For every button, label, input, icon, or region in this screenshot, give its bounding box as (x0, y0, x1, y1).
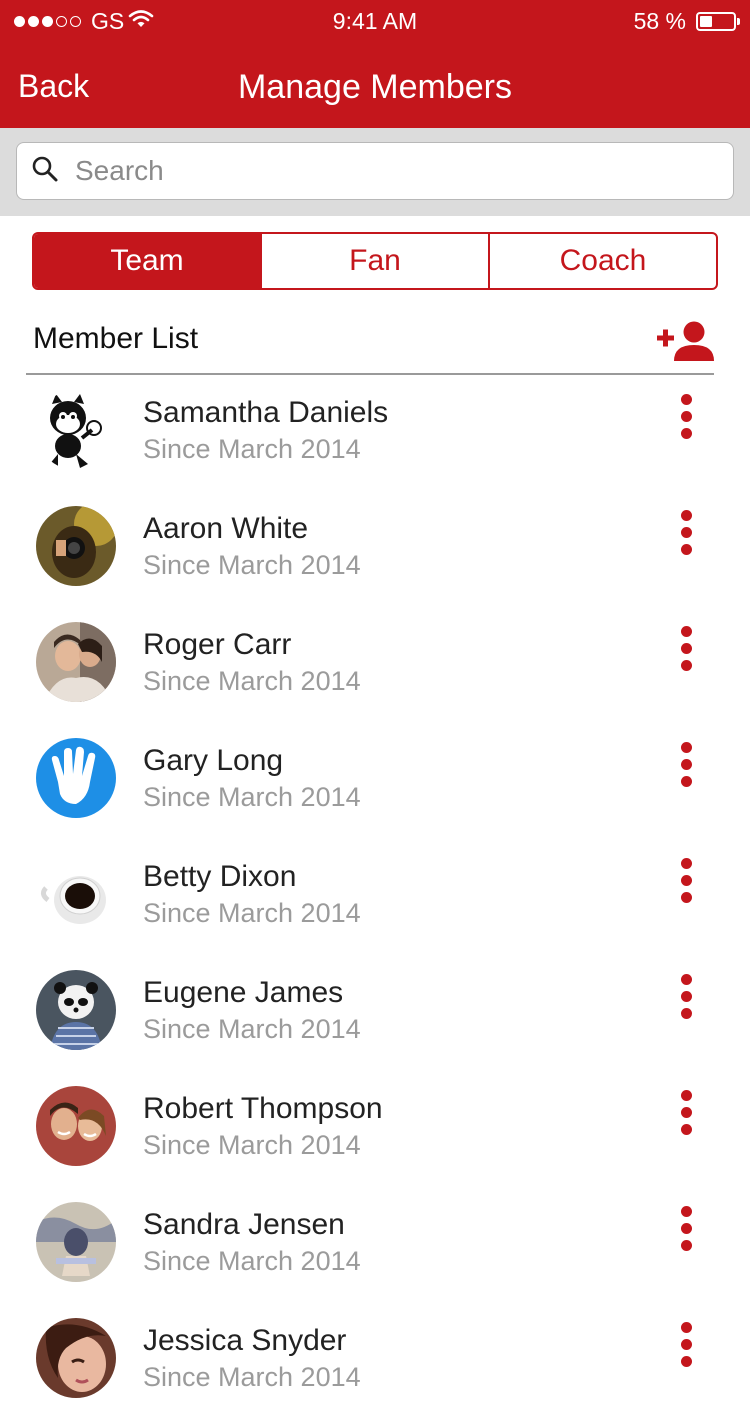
tab-fan[interactable]: Fan (260, 234, 488, 288)
list-item[interactable]: Robert Thompson Since March 2014 (0, 1070, 750, 1186)
more-options-icon[interactable] (672, 1206, 700, 1262)
search-input[interactable] (73, 154, 677, 188)
member-since: Since March 2014 (143, 1130, 361, 1160)
member-since: Since March 2014 (143, 898, 361, 928)
member-since: Since March 2014 (143, 550, 361, 580)
member-name: Jessica Snyder (143, 1324, 347, 1357)
list-item[interactable]: Sandra Jensen Since March 2014 (0, 1186, 750, 1302)
more-options-icon[interactable] (672, 1322, 700, 1378)
list-item[interactable]: Aaron White Since March 2014 (0, 490, 750, 606)
top-bar: GS 9:41 AM 58 % Back Manage Members (0, 0, 750, 128)
more-options-icon[interactable] (672, 626, 700, 682)
member-name: Aaron White (143, 512, 309, 545)
battery-group: 58 % (633, 8, 740, 35)
avatar (36, 1202, 116, 1282)
member-list-header: Member List (26, 310, 714, 375)
avatar (36, 1318, 116, 1398)
avatar (36, 854, 116, 934)
more-options-icon[interactable] (672, 858, 700, 914)
member-name: Samantha Daniels (143, 396, 389, 429)
more-options-icon[interactable] (672, 394, 700, 450)
member-since: Since March 2014 (143, 1246, 361, 1276)
battery-percent: 58 % (633, 8, 686, 34)
member-since: Since March 2014 (143, 1014, 361, 1044)
avatar (36, 506, 116, 586)
battery-icon (696, 12, 740, 31)
member-type-tabs: Team Fan Coach (32, 232, 718, 290)
more-options-icon[interactable] (672, 510, 700, 566)
avatar (36, 738, 116, 818)
search-bar-container (0, 128, 750, 216)
avatar (36, 622, 116, 702)
status-bar: GS 9:41 AM 58 % (0, 0, 750, 42)
member-list-title: Member List (33, 322, 199, 355)
list-item[interactable]: Betty Dixon Since March 2014 (0, 838, 750, 954)
tab-coach[interactable]: Coach (488, 234, 716, 288)
member-since: Since March 2014 (143, 782, 361, 812)
page-title: Manage Members (237, 68, 512, 106)
member-since: Since March 2014 (143, 1362, 361, 1392)
member-list: Samantha Daniels Since March 2014 Aaron … (0, 374, 750, 1418)
member-name: Roger Carr (143, 628, 292, 661)
member-name: Sandra Jensen (143, 1208, 345, 1241)
avatar (36, 970, 116, 1050)
add-person-icon[interactable] (656, 320, 714, 367)
member-name: Betty Dixon (143, 860, 297, 893)
list-item[interactable]: Gary Long Since March 2014 (0, 722, 750, 838)
nav-bar: Back Manage Members (0, 42, 750, 128)
member-name: Robert Thompson (143, 1092, 383, 1125)
more-options-icon[interactable] (672, 974, 700, 1030)
tab-team[interactable]: Team (34, 234, 260, 288)
more-options-icon[interactable] (672, 742, 700, 798)
list-item[interactable]: Jessica Snyder Since March 2014 (0, 1302, 750, 1418)
more-options-icon[interactable] (672, 1090, 700, 1146)
avatar (36, 1086, 116, 1166)
member-name: Eugene James (143, 976, 344, 1009)
member-name: Gary Long (143, 744, 284, 777)
avatar (36, 390, 116, 470)
list-item[interactable]: Eugene James Since March 2014 (0, 954, 750, 1070)
search-box[interactable] (16, 142, 734, 200)
list-item[interactable]: Samantha Daniels Since March 2014 (0, 374, 750, 490)
member-since: Since March 2014 (143, 434, 361, 464)
list-item[interactable]: Roger Carr Since March 2014 (0, 606, 750, 722)
search-icon (17, 155, 59, 188)
member-since: Since March 2014 (143, 666, 361, 696)
